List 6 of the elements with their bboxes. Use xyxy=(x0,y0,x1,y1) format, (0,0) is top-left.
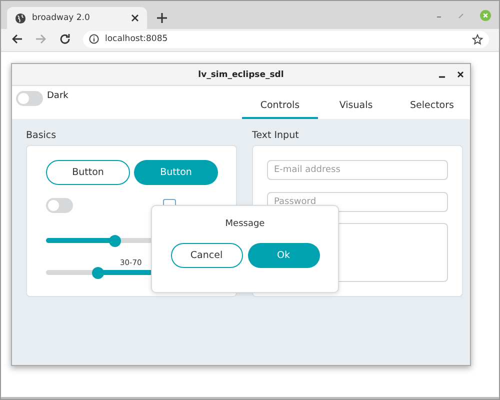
section-title: Basics xyxy=(26,130,58,141)
dark-label: Dark xyxy=(47,91,68,101)
tab-title: broadway 2.0 xyxy=(32,13,90,23)
section-title: Text Input xyxy=(252,130,300,141)
dialog-title: Message xyxy=(225,219,265,229)
window-title: lv_sim_eclipse_sdl xyxy=(198,70,284,80)
